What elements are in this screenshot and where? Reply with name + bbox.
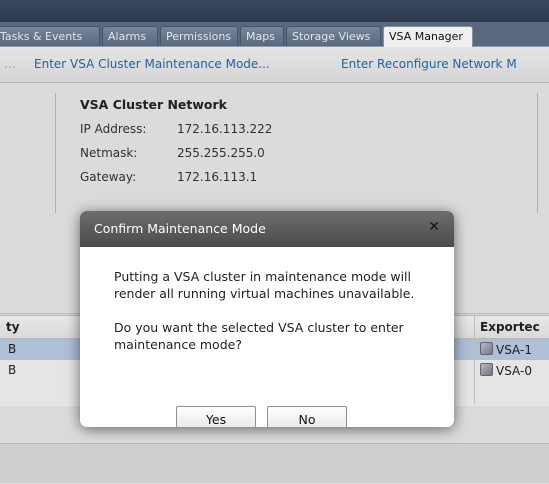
no-button[interactable]: No	[267, 406, 347, 427]
close-icon[interactable]: ✕	[428, 219, 440, 235]
dialog-message: Putting a VSA cluster in maintenance mod…	[114, 268, 434, 370]
dialog-question-text: Do you want the selected VSA cluster to …	[114, 320, 404, 352]
confirm-maintenance-dialog: Confirm Maintenance Mode ✕ Putting a VSA…	[80, 211, 454, 427]
yes-button[interactable]: Yes	[176, 406, 256, 427]
dialog-title: Confirm Maintenance Mode	[94, 221, 266, 236]
dialog-header: Confirm Maintenance Mode ✕	[80, 211, 454, 247]
dialog-warning-text: Putting a VSA cluster in maintenance mod…	[114, 269, 415, 301]
